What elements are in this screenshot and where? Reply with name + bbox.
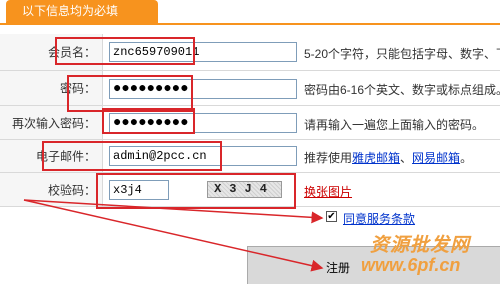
agree-terms-checkbox[interactable]: ✔ <box>326 211 337 222</box>
annotation-box-confirm <box>102 108 195 134</box>
email-hint: 推荐使用雅虎邮箱、网易邮箱。 <box>304 149 472 166</box>
form-header-title: 以下信息均为必填 <box>22 4 119 18</box>
form-header-tab: 以下信息均为必填 <box>6 0 158 23</box>
annotation-box-captcha <box>96 173 296 209</box>
watermark-text: 资源批发网 <box>370 235 471 256</box>
email-hint-prefix: 推荐使用 <box>304 151 353 165</box>
annotation-box-username <box>55 37 195 65</box>
captcha-label: 校验码： <box>47 183 96 197</box>
terms-link[interactable]: 同意服务条款 <box>343 210 415 227</box>
register-button-label: 注册 <box>326 261 351 275</box>
annotation-box-password <box>67 75 193 112</box>
netease-mail-link[interactable]: 网易邮箱 <box>412 151 460 165</box>
email-hint-suffix: 。 <box>460 151 473 165</box>
email-hint-separator: 、 <box>400 151 413 165</box>
username-hint: 5-20个字符，只能包括字母、数字、下划 <box>304 47 500 61</box>
password-hint: 密码由6-16个英文、数字或标点组成。 <box>304 83 500 97</box>
header-divider <box>0 23 500 25</box>
annotation-box-email <box>42 141 222 171</box>
watermark-url: www.6pf.cn <box>361 255 461 275</box>
refresh-captcha-link[interactable]: 换张图片 <box>304 183 352 200</box>
yahoo-mail-link[interactable]: 雅虎邮箱 <box>352 151 400 165</box>
confirm-password-label: 再次输入密码： <box>11 116 96 130</box>
label-cell: 校验码： <box>0 173 103 206</box>
confirm-password-hint: 请再输入一遍您上面输入的密码。 <box>304 118 485 132</box>
